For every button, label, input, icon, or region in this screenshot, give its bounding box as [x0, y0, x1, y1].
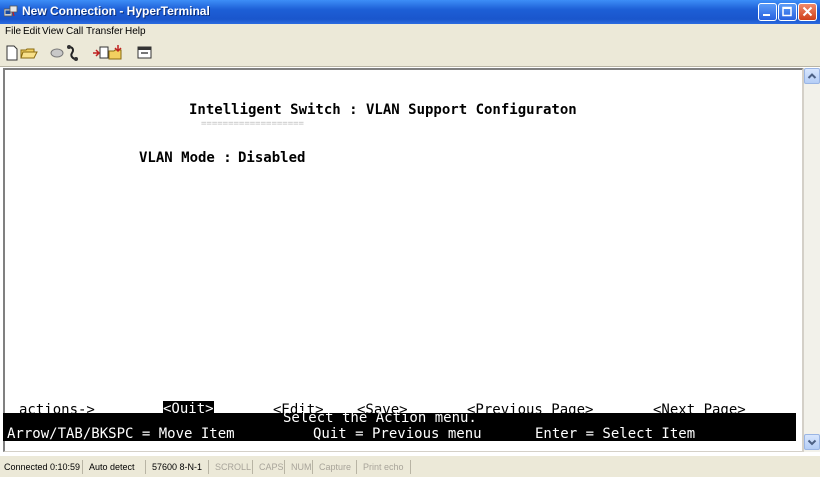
help-enter: Enter = Select Item — [535, 426, 696, 442]
help-line: Arrow/TAB/BKSPC = Move Item Quit = Previ… — [3, 425, 796, 442]
screen-title: Intelligent Switch : VLAN Support Config… — [189, 102, 577, 118]
print-echo-indicator: Print echo — [356, 460, 404, 474]
caps-lock-indicator: CAPS — [252, 460, 284, 474]
status-bar: Connected 0:10:59 Auto detect 57600 8-N-… — [0, 455, 820, 477]
vlan-mode-label: VLAN Mode : — [139, 150, 232, 166]
menu-help[interactable]: Help — [125, 26, 146, 37]
title-bar: New Connection - HyperTerminal — [0, 0, 820, 24]
menu-file[interactable]: File — [5, 26, 21, 37]
capture-indicator: Capture — [312, 460, 351, 474]
toolbar — [0, 40, 820, 67]
hyperterminal-app-icon — [4, 5, 18, 17]
close-icon — [802, 6, 813, 17]
terminal-screen[interactable]: Intelligent Switch : VLAN Support Config… — [3, 68, 803, 452]
vlan-mode-value[interactable]: Disabled — [238, 150, 305, 166]
window-title: New Connection - HyperTerminal — [22, 4, 210, 18]
minimize-button[interactable] — [758, 3, 777, 21]
num-lock-indicator: NUM — [284, 460, 312, 474]
menu-transfer[interactable]: Transfer — [86, 26, 123, 37]
minimize-icon — [763, 14, 770, 16]
menu-bar: File Edit View Call Transfer Help — [0, 24, 820, 40]
menu-call[interactable]: Call — [66, 26, 83, 37]
maximize-button[interactable] — [778, 3, 797, 21]
scroll-down-button[interactable] — [804, 434, 820, 450]
properties-icon[interactable] — [136, 44, 154, 62]
screen-title-underline: =================== — [201, 119, 304, 129]
help-quit: Quit = Previous menu — [313, 426, 482, 442]
help-move: Arrow/TAB/BKSPC = Move Item — [7, 426, 235, 442]
status-line: Select the Action menu. — [3, 410, 796, 426]
close-button[interactable] — [798, 3, 817, 21]
status-bar-spacer — [410, 460, 810, 474]
terminal-emulation: Auto detect — [82, 460, 135, 474]
disconnect-phone-icon[interactable] — [64, 44, 82, 62]
menu-edit[interactable]: Edit — [23, 26, 40, 37]
menu-view[interactable]: View — [42, 26, 64, 37]
port-settings: 57600 8-N-1 — [145, 460, 202, 474]
receive-file-icon[interactable] — [108, 44, 126, 62]
chevron-up-icon — [807, 73, 817, 79]
connection-time: Connected 0:10:59 — [4, 462, 81, 472]
new-connection-icon[interactable] — [3, 44, 21, 62]
scroll-lock-indicator: SCROLL — [208, 460, 251, 474]
chevron-down-icon — [807, 439, 817, 446]
vertical-scrollbar[interactable] — [803, 68, 820, 452]
open-folder-icon[interactable] — [20, 44, 38, 62]
maximize-icon — [782, 6, 792, 17]
status-message: Select the Action menu. — [283, 410, 477, 426]
scroll-up-button[interactable] — [804, 68, 820, 84]
